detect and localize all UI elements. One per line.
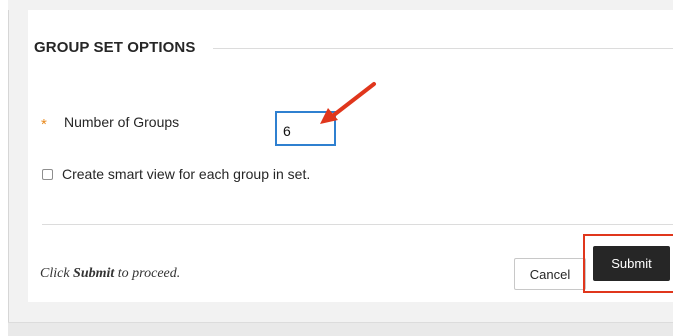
hint-prefix: Click (40, 266, 70, 281)
hint-suffix: to proceed. (117, 266, 181, 281)
submit-hint: Click Submit to proceed. (40, 266, 180, 282)
submit-button[interactable]: Submit (593, 246, 670, 281)
section-title: GROUP SET OPTIONS (34, 39, 196, 56)
smart-view-checkbox[interactable] (42, 169, 53, 180)
hint-bold-submit: Submit (73, 266, 115, 281)
form-divider (42, 224, 673, 225)
page-bottom-band (8, 322, 673, 336)
required-marker: * (41, 116, 47, 133)
smart-view-label: Create smart view for each group in set. (62, 166, 311, 182)
cancel-button[interactable]: Cancel (514, 258, 586, 290)
title-divider (213, 48, 673, 49)
number-of-groups-label: Number of Groups (64, 114, 180, 130)
red-arrow-icon (320, 82, 376, 124)
page-top-edge (8, 0, 673, 10)
group-set-options-panel: GROUP SET OPTIONS * Number of Groups Cre… (28, 10, 673, 302)
